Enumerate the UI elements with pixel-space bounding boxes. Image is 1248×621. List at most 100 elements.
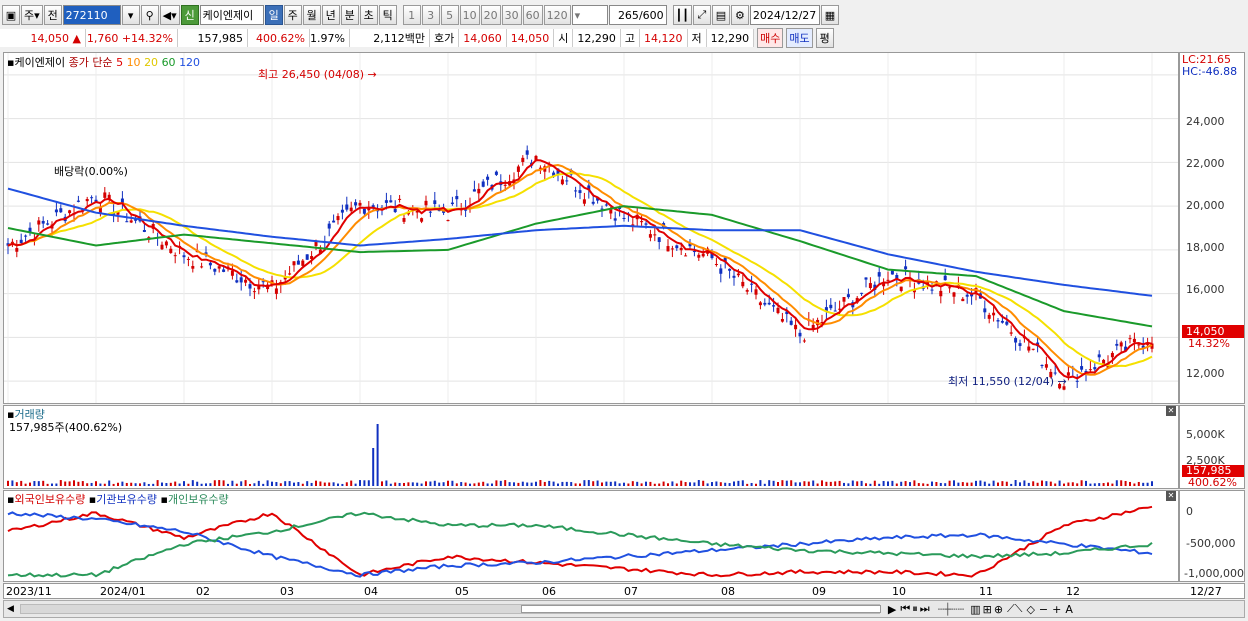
date-tick: 03 xyxy=(280,585,294,598)
volume-bar xyxy=(917,483,920,486)
period-tick[interactable]: 틱 xyxy=(378,5,397,25)
line-tool-icon[interactable]: ⤢ xyxy=(692,5,711,25)
volume-bar xyxy=(284,481,287,486)
auto-icon[interactable]: A xyxy=(1065,603,1073,616)
buy-button[interactable]: 매수 xyxy=(757,28,784,48)
calendar-icon[interactable]: ▦ xyxy=(820,5,839,25)
num-30[interactable]: 30 xyxy=(501,5,522,25)
volume-bar xyxy=(11,480,14,486)
period-month[interactable]: 월 xyxy=(302,5,321,25)
scroll-left-icon[interactable]: ◀ xyxy=(7,604,14,614)
save-icon[interactable]: ▤ xyxy=(711,5,730,25)
zoom-in-icon[interactable]: + xyxy=(1052,603,1061,616)
rewind-icon[interactable]: ⏮ xyxy=(900,602,910,616)
close-icon[interactable]: ✕ xyxy=(1166,491,1176,501)
code-input[interactable]: 272110 xyxy=(62,5,121,25)
num-120[interactable]: 120 xyxy=(543,5,571,25)
close-icon[interactable]: ✕ xyxy=(1166,406,1176,416)
volume-bar xyxy=(693,482,696,486)
volume-bar xyxy=(887,481,889,486)
period-minute[interactable]: 분 xyxy=(340,5,359,25)
scroll-thumb[interactable] xyxy=(520,605,881,613)
scroll-track[interactable] xyxy=(19,604,881,614)
legend-indiv: 개인보유수량 xyxy=(167,493,229,506)
scroll-bar[interactable]: ◀ ▶ ⏮ ⏸ ⏭ ┄┼┄┄ ▥ ⊞ ⊕ ⟋⟍ ◇ − + A xyxy=(3,600,1245,618)
grid-icon[interactable]: ⊞ xyxy=(983,603,992,616)
candle-body xyxy=(657,237,661,243)
shape-icon[interactable]: ◇ xyxy=(1026,603,1034,616)
num-20[interactable]: 20 xyxy=(480,5,501,25)
period-week[interactable]: 주 xyxy=(283,5,302,25)
period-year[interactable]: 년 xyxy=(321,5,340,25)
menu-icon[interactable]: ▣ xyxy=(2,5,20,25)
count-field[interactable]: 265/600 xyxy=(608,5,667,25)
volume-bar xyxy=(77,481,80,486)
forward-icon[interactable]: ⏭ xyxy=(920,602,930,616)
volume-bar xyxy=(605,481,608,486)
candle-body xyxy=(24,235,28,237)
candle-body xyxy=(1014,338,1018,343)
prev-button[interactable]: 전 xyxy=(43,5,62,25)
num-3[interactable]: 3 xyxy=(421,5,440,25)
candle-body xyxy=(59,208,63,213)
num-1[interactable]: 1 xyxy=(402,5,421,25)
date-input[interactable]: 2024/12/27 xyxy=(749,5,820,25)
code-dropdown-icon[interactable]: ▾ xyxy=(121,5,140,25)
num-60[interactable]: 60 xyxy=(522,5,543,25)
volume-bar xyxy=(755,483,757,486)
volume-bar xyxy=(433,480,436,486)
volume-bar xyxy=(926,483,929,486)
type-select[interactable]: 주 ▾ xyxy=(21,5,43,25)
volume-bar xyxy=(244,480,247,486)
volume-bar xyxy=(319,481,322,486)
candle-body xyxy=(472,189,476,192)
candle-body xyxy=(1119,342,1123,347)
volume-bar xyxy=(174,481,177,486)
volume-bar xyxy=(139,483,141,486)
pause-icon[interactable]: ⏸ xyxy=(912,602,918,616)
volume-bar xyxy=(363,480,366,486)
candle-body xyxy=(750,283,754,285)
volume-value: 157,985 xyxy=(178,29,248,47)
volume-bar xyxy=(178,483,181,486)
price-chart-svg[interactable] xyxy=(4,53,1178,403)
volume-bar xyxy=(548,480,551,486)
candle-body xyxy=(987,314,991,319)
candle-body xyxy=(574,190,578,192)
volume-bar xyxy=(878,483,881,486)
volume-bar xyxy=(1023,480,1026,486)
volume-bar xyxy=(772,480,775,486)
gear-icon[interactable]: ⚙ xyxy=(730,5,749,25)
volume-bar xyxy=(266,480,269,486)
zoom-out-icon[interactable]: − xyxy=(1039,603,1048,616)
price-chart-panel[interactable]: ▪케이엔제이 종가 단순 5 10 20 60 120 최고 26,450 (0… xyxy=(3,52,1179,404)
holdings-panel[interactable]: ▪외국인보유수량 ▪기관보유수량 ▪개인보유수량 ✕ xyxy=(3,490,1179,582)
custom-period-input[interactable]: ▾ xyxy=(571,5,608,25)
holding-tick: 0 xyxy=(1186,505,1193,518)
next-icon[interactable]: ▶ xyxy=(888,603,896,616)
volume-bar xyxy=(623,482,625,486)
layout-icon[interactable]: ▥ xyxy=(970,603,980,616)
speaker-icon[interactable]: ◀▾ xyxy=(159,5,180,25)
volume-bar xyxy=(583,480,586,486)
draw-icon[interactable]: ⟋⟍ xyxy=(1007,602,1022,616)
avg-button[interactable]: 평 xyxy=(815,28,834,48)
sell-button[interactable]: 매도 xyxy=(786,28,813,48)
legend-inst: 기관보유수량 xyxy=(96,493,157,506)
candle-body xyxy=(1132,338,1136,343)
period-day[interactable]: 일 xyxy=(264,5,283,25)
search-icon[interactable]: ⚲ xyxy=(140,5,159,25)
period-second[interactable]: 초 xyxy=(359,5,378,25)
crosshair-icon[interactable]: ⊕ xyxy=(994,603,1003,616)
volume-bar xyxy=(715,481,718,486)
candle-body xyxy=(494,171,498,175)
zoom-slider-icon[interactable]: ┄┼┄┄ xyxy=(938,603,965,616)
candle-icon[interactable]: ┃┃ xyxy=(672,5,692,25)
num-10[interactable]: 10 xyxy=(459,5,480,25)
volume-bar xyxy=(825,481,828,486)
stock-name-field: 케이엔제이 xyxy=(199,5,264,25)
volume-bar xyxy=(482,481,485,486)
dividend-annotation: 배당락(0.00%) xyxy=(54,165,128,178)
num-5[interactable]: 5 xyxy=(440,5,459,25)
volume-panel[interactable]: ▪거래량 157,985주(400.62%) ✕ xyxy=(3,405,1179,489)
